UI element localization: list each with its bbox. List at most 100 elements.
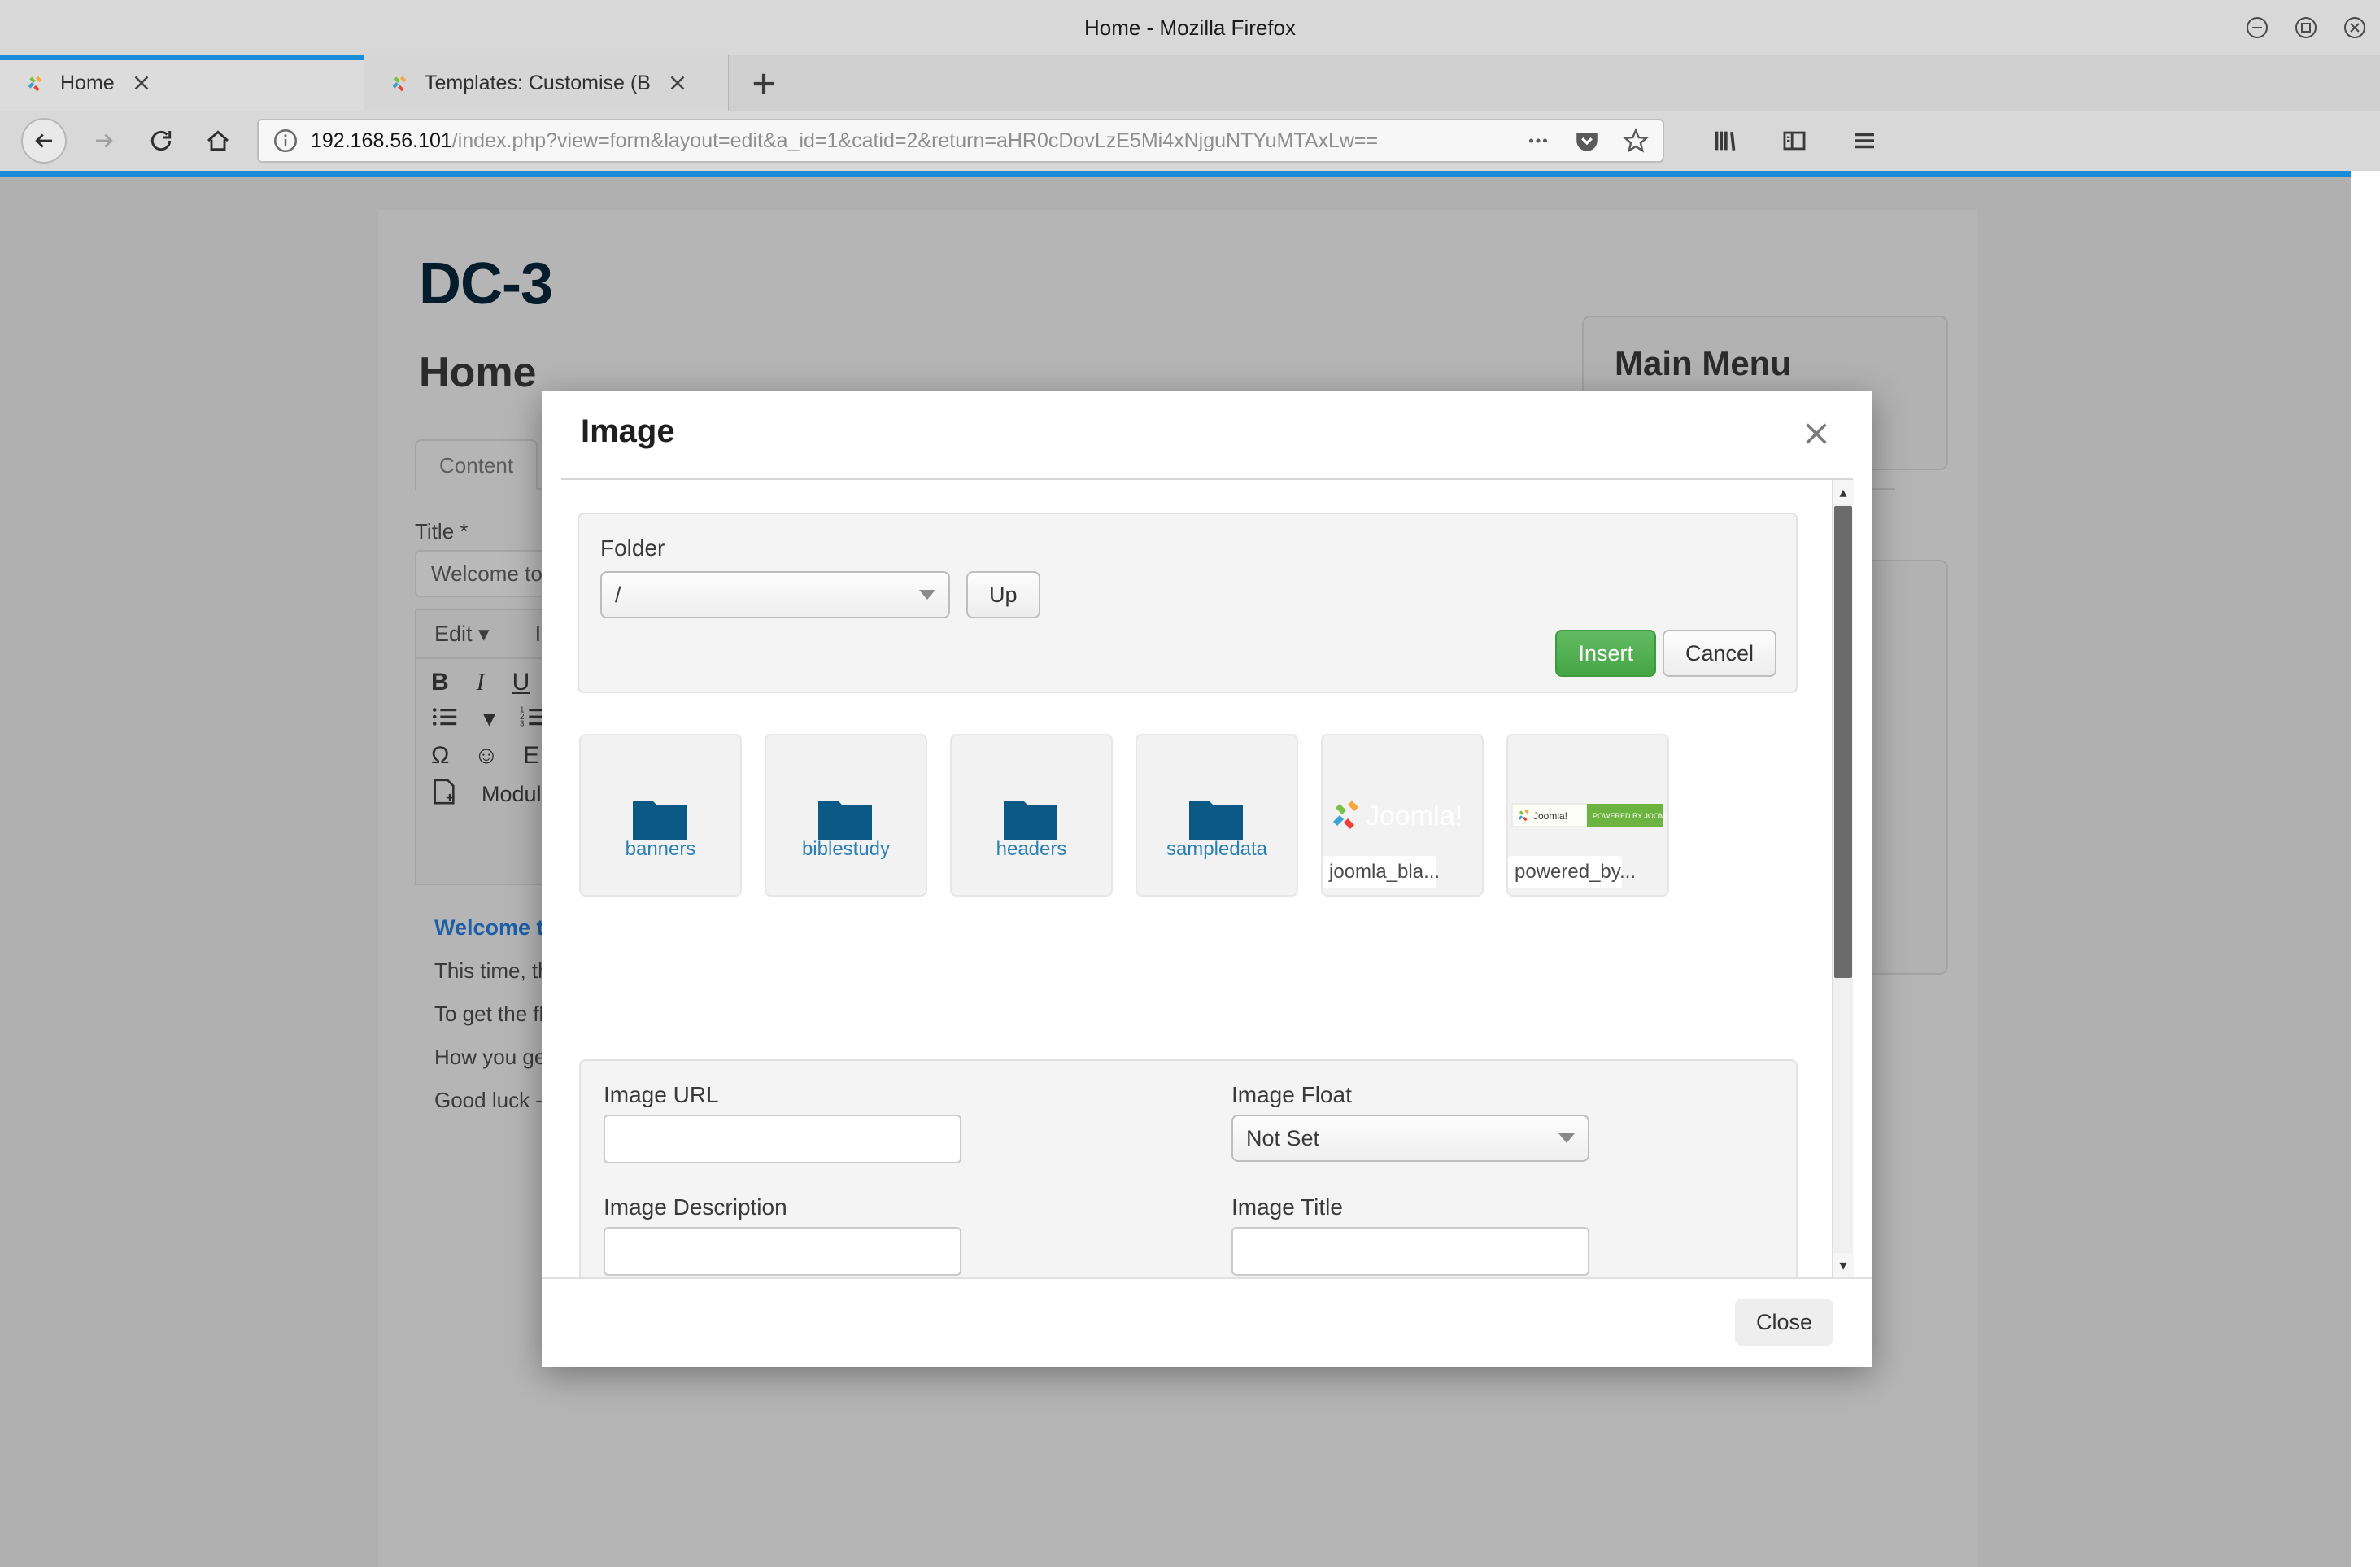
joomla-icon xyxy=(23,71,47,95)
insert-button[interactable]: Insert xyxy=(1555,630,1656,677)
chevron-down-icon xyxy=(1558,1133,1575,1143)
media-item-label: biblestudy xyxy=(801,838,891,860)
cancel-button[interactable]: Cancel xyxy=(1662,630,1776,677)
tab-content-label: Content xyxy=(439,452,514,478)
folder-label: Folder xyxy=(600,535,665,561)
media-item-headers[interactable]: headers xyxy=(950,734,1113,897)
reload-button[interactable] xyxy=(142,121,181,160)
cancel-button-label: Cancel xyxy=(1685,640,1754,666)
tab-strip: Home Templates: Customise (B xyxy=(0,55,2380,111)
joomla-wordmark-icon: Joomla! xyxy=(1323,792,1482,838)
window-titlebar: Home - Mozilla Firefox xyxy=(0,0,2380,55)
minimize-button[interactable] xyxy=(2247,17,2268,38)
forward-button[interactable] xyxy=(85,121,124,160)
editor-extra-icon[interactable]: E xyxy=(523,744,539,768)
main-menu-title: Main Menu xyxy=(1615,344,1791,382)
modal-title: Image xyxy=(581,413,675,449)
tab-home[interactable]: Home xyxy=(0,55,364,111)
folder-panel: Folder / Up Insert Cancel xyxy=(578,513,1798,693)
home-button[interactable] xyxy=(198,121,238,160)
modal-scroll-area: Folder / Up Insert Cancel banners bibles… xyxy=(561,480,1832,1277)
site-brand: DC-3 xyxy=(419,251,553,316)
url-bar[interactable]: 192.168.56.101/index.php?view=form&layou… xyxy=(257,119,1664,163)
image-modal: Image Folder / Up Insert Cancel banners … xyxy=(542,391,1872,1367)
browser-toolbar-right xyxy=(1674,121,1892,160)
modal-close-button[interactable]: Close xyxy=(1734,1299,1833,1346)
image-title-input[interactable] xyxy=(1231,1227,1589,1276)
page-title: Home xyxy=(419,349,537,396)
browser-navbar: 192.168.56.101/index.php?view=form&layou… xyxy=(0,111,2380,171)
media-item-label: powered_by... xyxy=(1508,856,1636,888)
underline-button[interactable]: U xyxy=(512,670,530,695)
modal-header: Image xyxy=(542,391,1872,478)
media-item-label: joomla_bla... xyxy=(1323,856,1440,888)
library-icon[interactable] xyxy=(1705,121,1744,160)
emoticon-icon[interactable]: ☺ xyxy=(473,744,499,768)
svg-text:3: 3 xyxy=(520,719,525,728)
tab-templates-customise[interactable]: Templates: Customise (B xyxy=(364,55,729,111)
modal-scrollbar[interactable]: ▴ ▾ xyxy=(1832,480,1854,1277)
tab-title: Templates: Customise (B xyxy=(425,71,651,94)
media-item-label: sampledata xyxy=(1166,838,1268,860)
up-button[interactable]: Up xyxy=(966,571,1040,618)
new-tab-button[interactable] xyxy=(747,67,781,101)
modal-close-button-label: Close xyxy=(1755,1309,1812,1334)
info-circle-icon[interactable] xyxy=(272,127,299,155)
page-accent-bar xyxy=(0,171,2351,177)
page-viewport: DC-3 Home Content Title * Welcome to Edi… xyxy=(0,171,2380,1567)
image-description-input[interactable] xyxy=(604,1227,961,1276)
pocket-icon[interactable] xyxy=(1573,127,1601,155)
maximize-button[interactable] xyxy=(2295,17,2317,38)
media-item-label: banners xyxy=(625,838,696,860)
scroll-up-arrow-icon[interactable]: ▴ xyxy=(1833,480,1854,504)
media-item-banners[interactable]: banners xyxy=(579,734,742,897)
image-float-label: Image Float xyxy=(1231,1082,1352,1107)
svg-text:Joomla!: Joomla! xyxy=(1533,810,1567,822)
joomla-icon xyxy=(387,71,412,95)
title-field-label: Title * xyxy=(415,519,469,543)
bookmark-star-icon[interactable] xyxy=(1622,127,1650,155)
scrollbar-thumb[interactable] xyxy=(1834,506,1852,978)
media-item-biblestudy[interactable]: biblestudy xyxy=(765,734,927,897)
chevron-down-icon[interactable]: ▾ xyxy=(483,707,495,731)
media-grid: banners biblestudy headers sampledata Jo… xyxy=(579,734,1669,897)
back-button[interactable] xyxy=(21,118,67,164)
image-title-label: Image Title xyxy=(1231,1194,1343,1220)
bold-button[interactable]: B xyxy=(431,670,449,695)
sidebar-icon[interactable] xyxy=(1775,121,1814,160)
bullet-list-icon[interactable] xyxy=(431,705,459,734)
window-close-button[interactable] xyxy=(2344,17,2365,38)
add-module-icon[interactable] xyxy=(431,778,457,810)
url-host: 192.168.56.101 xyxy=(311,129,452,152)
editor-menu-edit[interactable]: Edit ▾ xyxy=(434,622,490,645)
folder-select-value: / xyxy=(615,582,621,607)
powered-by-joomla-badge-icon: Joomla! POWERED BY JOOMLA! xyxy=(1508,799,1667,832)
close-icon[interactable] xyxy=(665,71,690,95)
folder-select[interactable]: / xyxy=(600,571,950,618)
italic-button[interactable]: I xyxy=(477,670,485,695)
window-title: Home - Mozilla Firefox xyxy=(1083,15,1297,40)
scroll-down-arrow-icon[interactable]: ▾ xyxy=(1833,1253,1854,1277)
special-character-icon[interactable]: Ω xyxy=(431,744,449,768)
media-item-powered-by[interactable]: Joomla! POWERED BY JOOMLA! powered_by... xyxy=(1506,734,1669,897)
insert-button-label: Insert xyxy=(1578,640,1633,666)
media-item-sampledata[interactable]: sampledata xyxy=(1136,734,1298,897)
image-fields-panel: Image URL Image Float Not Set Image Desc… xyxy=(579,1059,1798,1277)
insert-group: Ω ☺ E xyxy=(431,744,560,768)
up-button-label: Up xyxy=(989,582,1018,607)
close-icon[interactable] xyxy=(129,71,154,95)
page-actions-icon[interactable] xyxy=(1524,127,1552,155)
image-float-value: Not Set xyxy=(1246,1125,1320,1150)
menu-hamburger-icon[interactable] xyxy=(1845,121,1884,160)
urlbar-actions xyxy=(1503,127,1650,155)
image-float-select[interactable]: Not Set xyxy=(1231,1115,1589,1162)
tab-content[interactable]: Content xyxy=(415,439,538,490)
svg-text:POWERED BY JOOMLA!: POWERED BY JOOMLA! xyxy=(1593,812,1665,820)
svg-text:Joomla!: Joomla! xyxy=(1366,801,1462,832)
image-url-input[interactable] xyxy=(604,1115,961,1163)
chevron-down-icon xyxy=(919,590,935,600)
close-icon[interactable] xyxy=(1799,417,1833,451)
media-item-label: headers xyxy=(996,838,1067,860)
window-controls xyxy=(2247,0,2365,55)
media-item-joomla-black[interactable]: Joomla! joomla_bla... xyxy=(1321,734,1484,897)
